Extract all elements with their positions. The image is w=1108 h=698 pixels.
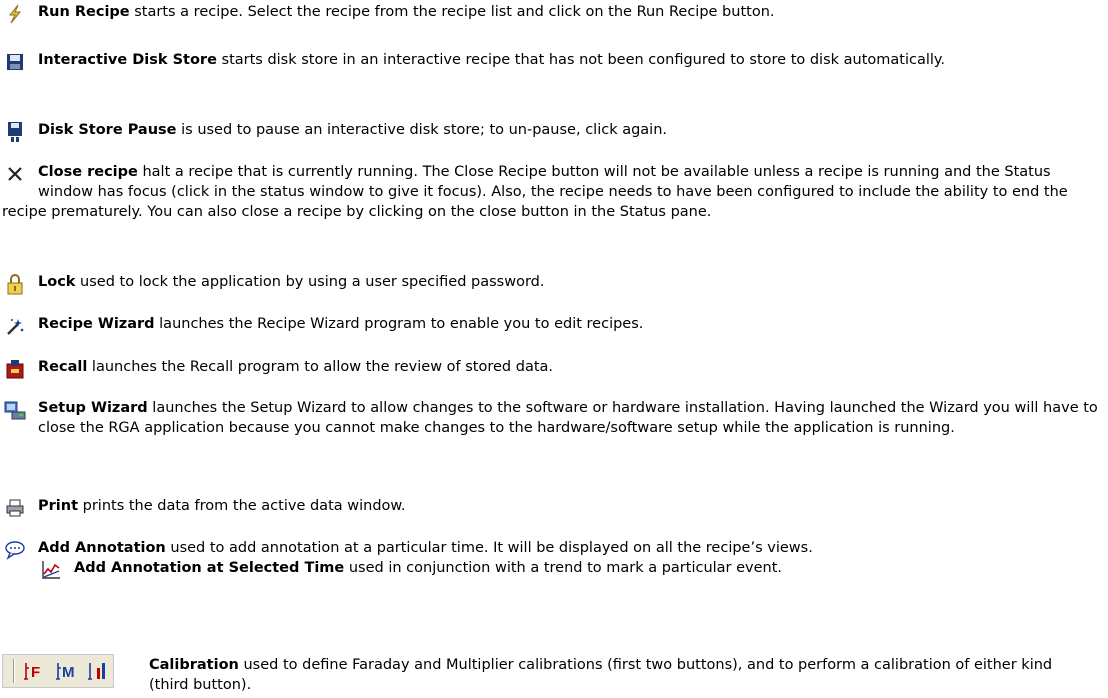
entry-close-recipe: Close recipe halt a recipe that is curre… [2,162,1104,222]
close-icon [2,162,28,186]
entry-add-annotation-selected-time: Add Annotation at Selected Time used in … [38,558,1104,582]
entry-title: Run Recipe [38,4,130,20]
entry-lock: Lock used to lock the application by usi… [2,272,1104,296]
entry-print: Print prints the data from the active da… [2,496,1104,520]
entry-setup-wizard: Setup Wizard launches the Setup Wizard t… [2,398,1104,438]
lock-icon [2,272,28,296]
entry-text: launches the Recall program to allow the… [87,359,554,375]
speech-bubble-icon [2,538,28,562]
entry-title: Print [38,498,79,514]
entry-text: launches the Recipe Wizard program to en… [154,316,644,332]
entry-title: Interactive Disk Store [38,52,217,68]
calibration-description: Calibration used to define Faraday and M… [149,655,1089,695]
entry-text: used to lock the application by using a … [75,274,545,290]
faraday-icon[interactable]: F [23,659,49,683]
entry-title: Lock [38,274,76,290]
calibration-toolbar: F M [2,654,114,688]
lightning-icon [2,2,28,26]
entry-title: Disk Store Pause [38,122,177,138]
entry-title: Recall [38,359,88,375]
entry-text: used to define Faraday and Multiplier ca… [149,657,1053,693]
multiplier-icon[interactable]: M [55,659,81,683]
entry-recipe-wizard: Recipe Wizard launches the Recipe Wizard… [2,314,1104,338]
entry-recall: Recall launches the Recall program to al… [2,357,1104,381]
svg-text:F: F [31,664,40,681]
calibrate-icon[interactable] [87,659,113,683]
wizard-wand-icon [2,314,28,338]
entry-text: halt a recipe that is currently running.… [2,164,1068,220]
disk-pause-icon [2,120,28,144]
entry-title: Add Annotation at Selected Time [74,560,345,576]
entry-text: starts a recipe. Select the recipe from … [129,4,775,20]
toolbar-grip[interactable] [13,659,15,683]
entry-title: Add Annotation [38,540,166,556]
entry-text: used in conjunction with a trend to mark… [344,560,783,576]
entry-text: starts disk store in an interactive reci… [216,52,946,68]
entry-title: Close recipe [38,164,138,180]
entry-text: used to add annotation at a particular t… [165,540,813,556]
entry-title: Setup Wizard [38,400,148,416]
entry-run-recipe: Run Recipe starts a recipe. Select the r… [2,2,1104,26]
entry-title: Recipe Wizard [38,316,155,332]
setup-wizard-icon [2,398,28,422]
entry-title: Calibration [149,657,239,673]
entry-disk-store-pause: Disk Store Pause is used to pause an int… [2,120,1104,144]
floppy-disk-icon [2,50,28,74]
entry-interactive-disk-store: Interactive Disk Store starts disk store… [2,50,1104,74]
annotation-chart-icon [38,558,64,582]
entry-text: prints the data from the active data win… [78,498,406,514]
entry-text: launches the Setup Wizard to allow chang… [38,400,1098,436]
svg-text:M: M [62,664,75,681]
recall-icon [2,357,28,381]
printer-icon [2,496,28,520]
entry-text: is used to pause an interactive disk sto… [176,122,668,138]
